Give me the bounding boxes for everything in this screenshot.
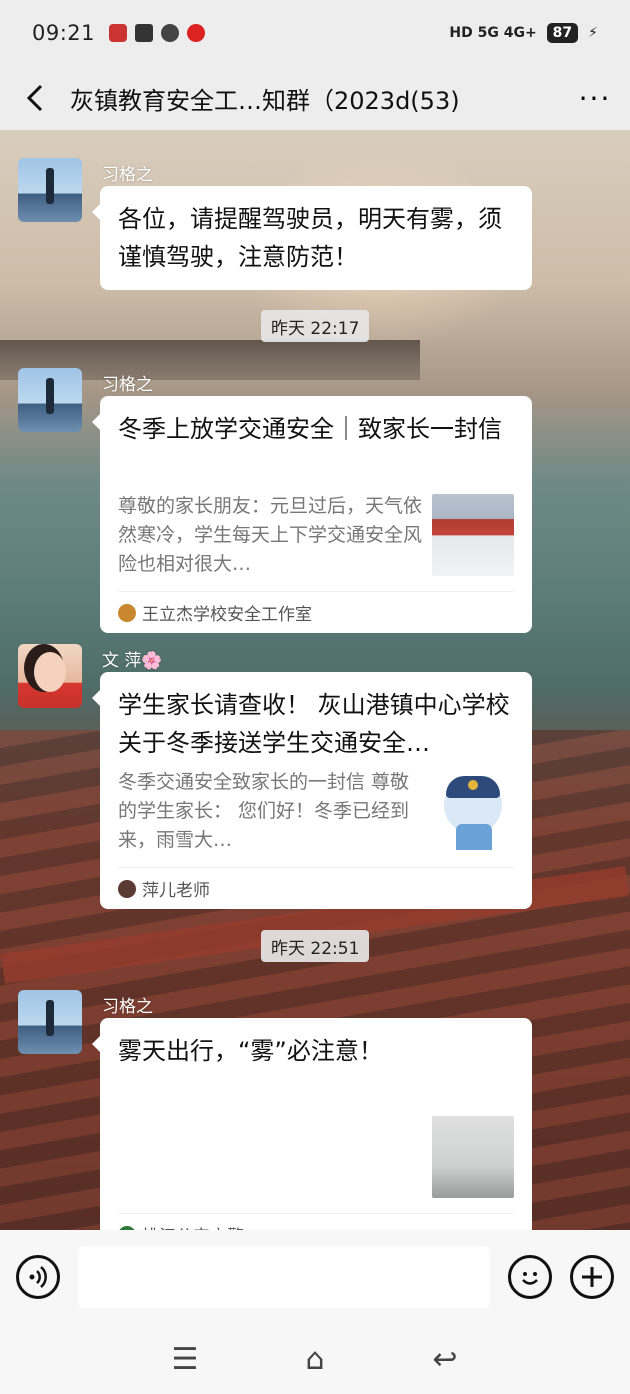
chat-header: 灰镇教育安全工…知群（2023d(53) ··· <box>0 66 630 130</box>
chevron-left-icon <box>26 84 43 112</box>
plus-icon <box>582 1267 602 1287</box>
avatar[interactable] <box>18 368 82 432</box>
card-description: 冬季交通安全致家长的一封信 尊敬的学生家长： 您们好！冬季已经到来，雨雪大… <box>118 771 410 851</box>
avatar[interactable] <box>18 990 82 1054</box>
sender-name: 习格之 <box>102 375 153 395</box>
avatar[interactable] <box>18 644 82 708</box>
card-title: 冬季上放学交通安全｜致家长一封信 <box>118 415 502 443</box>
message-input[interactable] <box>78 1246 490 1308</box>
status-indicators: HD 5G 4G+ 87 ⚡ <box>449 23 598 43</box>
system-navigation-bar: ☰ ⌂ ↩ <box>0 1324 630 1394</box>
input-bar <box>0 1230 630 1324</box>
more-actions-button[interactable] <box>570 1255 614 1299</box>
battery-icon: 87 <box>546 23 579 43</box>
link-card[interactable]: 雾天出行，“雾”必注意！ 桃江公安交警 <box>92 1018 532 1255</box>
voice-input-button[interactable] <box>16 1255 60 1299</box>
card-title: 雾天出行，“雾”必注意！ <box>118 1037 383 1065</box>
news-app-icon <box>109 24 128 42</box>
emoji-button[interactable] <box>508 1255 552 1299</box>
message-item: 文 萍🌸 学生家长请查收！ 灰山港镇中心学校关于冬季接送学生交通安全… 冬季交通… <box>18 644 558 909</box>
back-button[interactable] <box>0 66 70 130</box>
card-title: 学生家长请查收！ 灰山港镇中心学校关于冬季接送学生交通安全… <box>118 691 510 757</box>
message-item: 习格之 各位，请提醒驾驶员，明天有雾，须谨慎驾驶，注意防范！ <box>18 158 558 290</box>
text-message-bubble[interactable]: 各位，请提醒驾驶员，明天有雾，须谨慎驾驶，注意防范！ <box>92 186 532 290</box>
message-item: 习格之 冬季上放学交通安全｜致家长一封信 尊敬的家长朋友：元旦过后，天气依然寒冷… <box>18 368 558 633</box>
mail-app-icon <box>135 24 154 42</box>
sender-name: 习格之 <box>102 165 153 185</box>
card-source: 萍儿老师 <box>118 867 514 909</box>
sender-name: 习格之 <box>102 997 153 1017</box>
police-cartoon-thumbnail <box>432 770 514 852</box>
card-description: 尊敬的家长朋友：元旦过后，天气依然寒冷，学生每天上下学交通安全风险也相对很大… <box>118 495 423 575</box>
link-card[interactable]: 冬季上放学交通安全｜致家长一封信 尊敬的家长朋友：元旦过后，天气依然寒冷，学生每… <box>92 396 532 633</box>
source-logo-icon <box>118 603 136 622</box>
sender-name: 文 萍🌸 <box>102 651 163 671</box>
charging-icon: ⚡ <box>588 25 598 41</box>
source-avatar-icon <box>118 879 136 898</box>
link-app-icon <box>161 24 180 42</box>
message-item: 习格之 雾天出行，“雾”必注意！ 桃江公安交警 <box>18 990 558 1255</box>
source-name: 萍儿老师 <box>142 881 210 901</box>
status-time: 09:21 <box>32 21 96 45</box>
card-thumbnail <box>432 1116 514 1198</box>
voice-icon <box>29 1266 47 1288</box>
timestamp-chip: 昨天 22:51 <box>261 930 370 962</box>
chat-title: 灰镇教育安全工…知群（2023d(53) <box>70 86 460 115</box>
source-name: 王立杰学校安全工作室 <box>142 605 312 625</box>
emoji-icon <box>522 1272 538 1285</box>
link-card[interactable]: 学生家长请查收！ 灰山港镇中心学校关于冬季接送学生交通安全… 冬季交通安全致家长… <box>92 672 532 909</box>
status-bar: 09:21 HD 5G 4G+ 87 ⚡ <box>0 0 630 66</box>
card-thumbnail <box>432 494 514 576</box>
timestamp-chip: 昨天 22:17 <box>261 310 370 342</box>
status-app-icons <box>109 24 206 42</box>
network-indicator: HD 5G 4G+ <box>449 25 537 41</box>
more-options-button[interactable]: ··· <box>560 66 630 130</box>
notification-app-icon <box>187 24 206 42</box>
home-icon[interactable]: ⌂ <box>285 1342 345 1377</box>
back-nav-icon[interactable]: ↩ <box>415 1342 475 1377</box>
card-description <box>118 1114 432 1201</box>
avatar[interactable] <box>18 158 82 222</box>
menu-icon[interactable]: ☰ <box>155 1342 215 1377</box>
card-source: 王立杰学校安全工作室 <box>118 591 514 633</box>
